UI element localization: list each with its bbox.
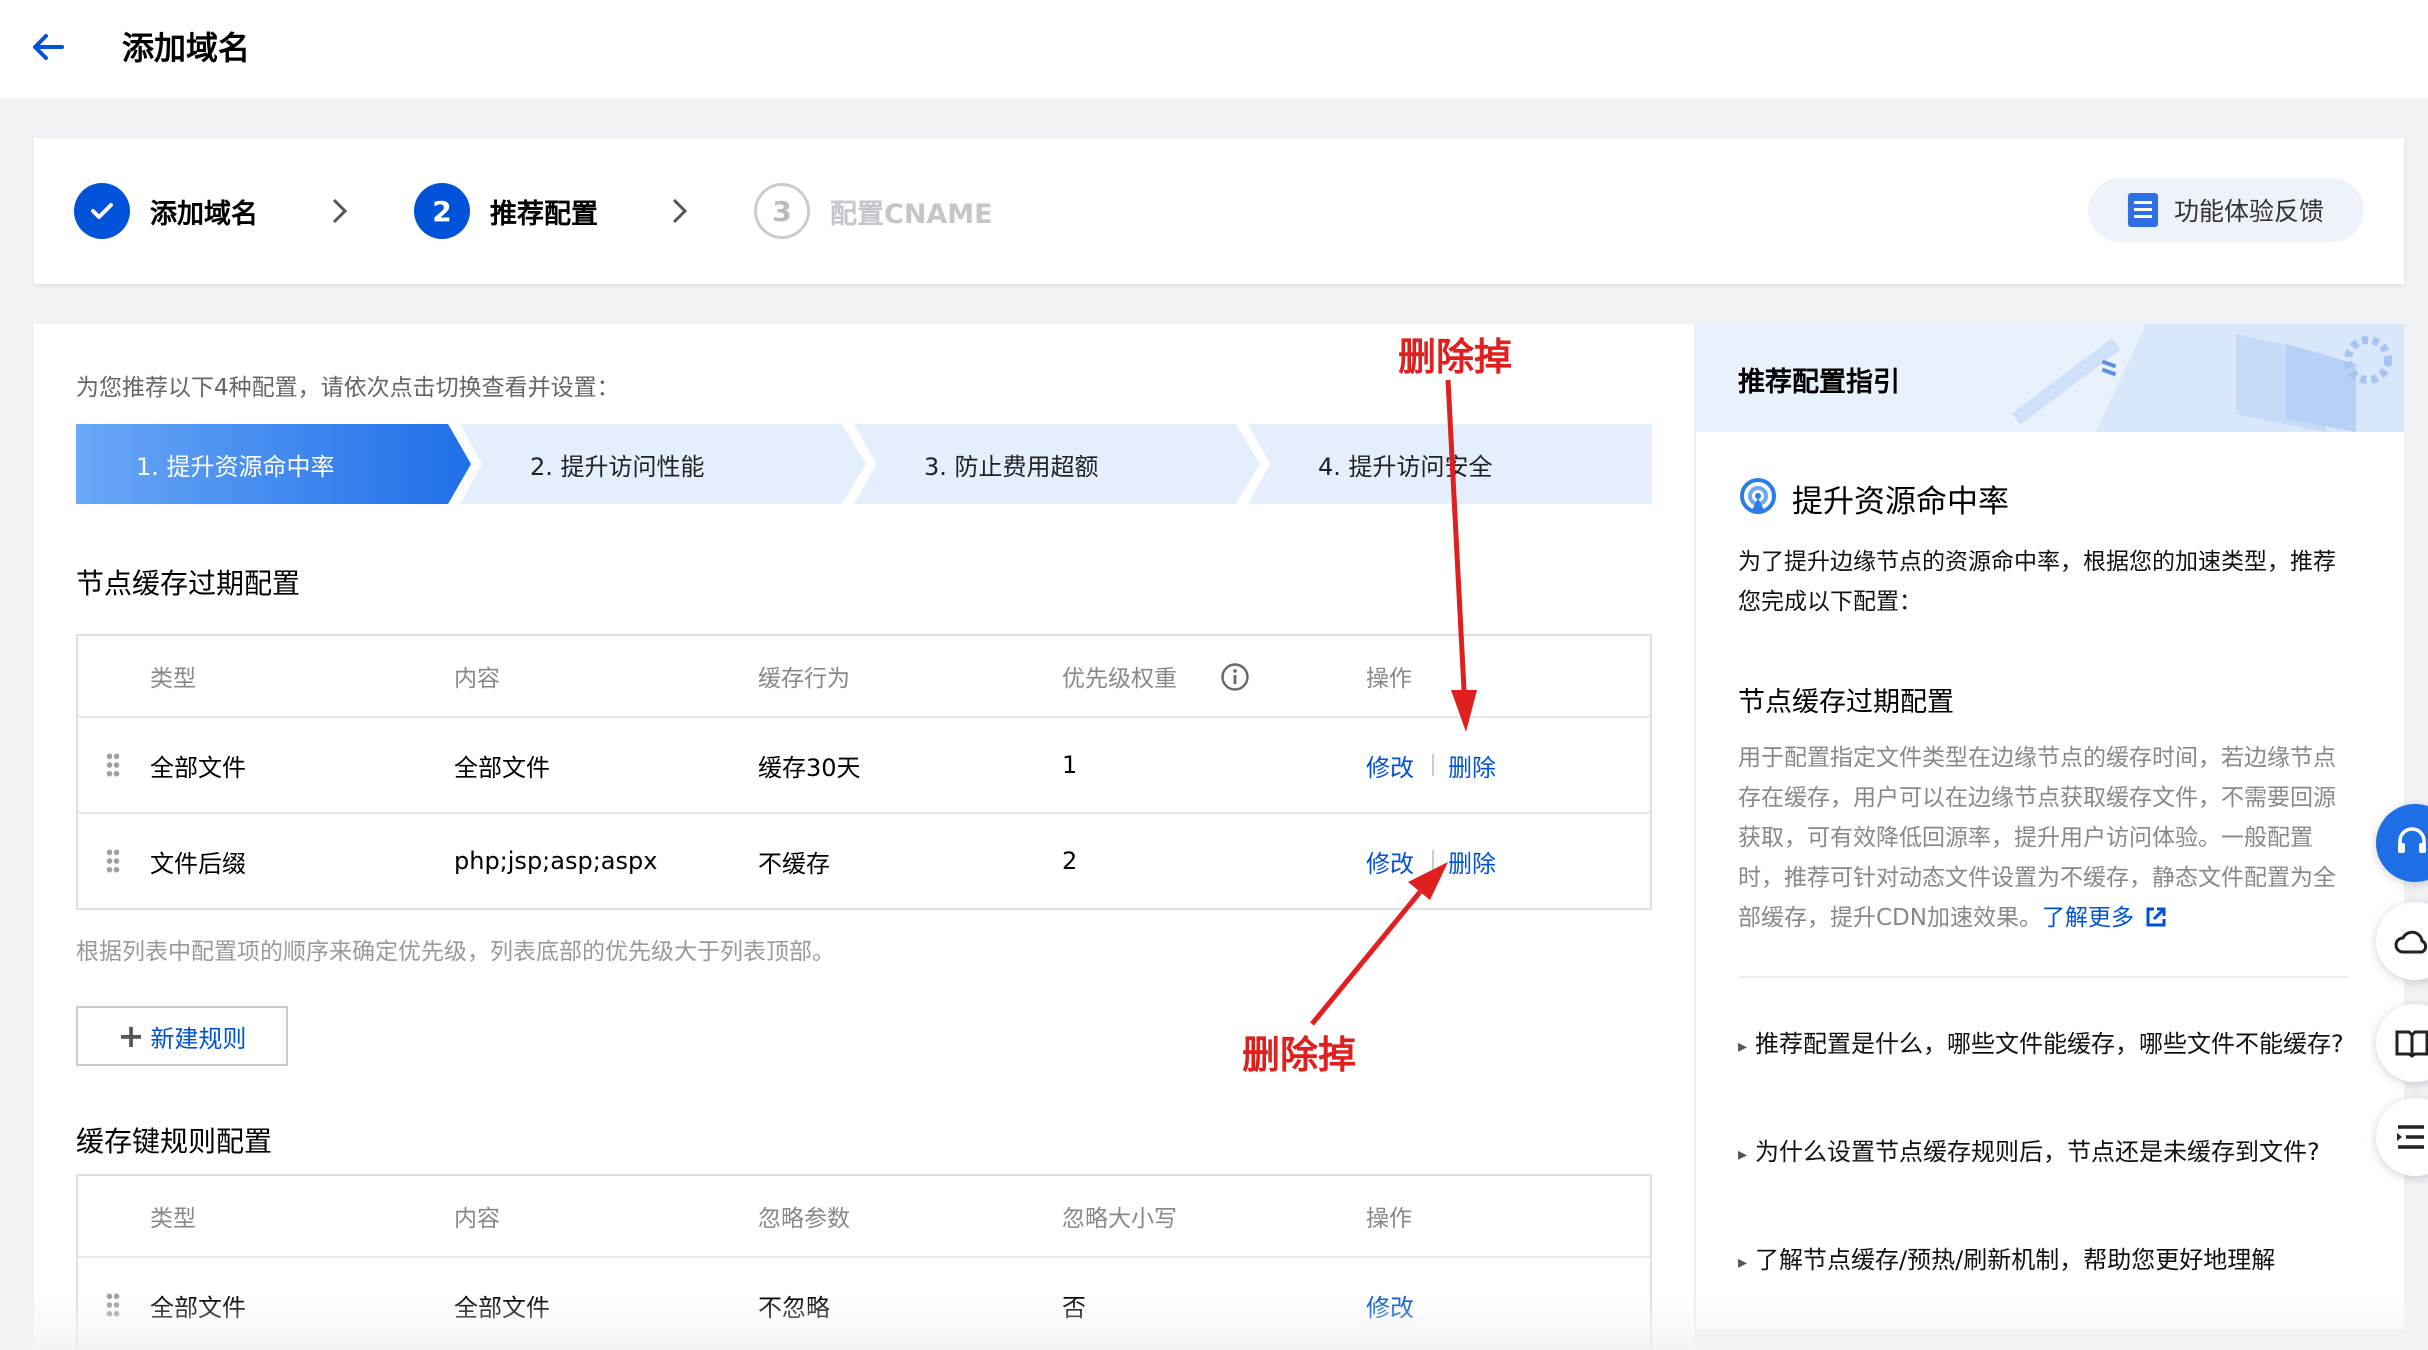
annotation-label: 删除掉	[1242, 1033, 1357, 1077]
annotation-arrows	[1310, 379, 1477, 1026]
annotation-label: 删除掉	[1398, 335, 1513, 379]
